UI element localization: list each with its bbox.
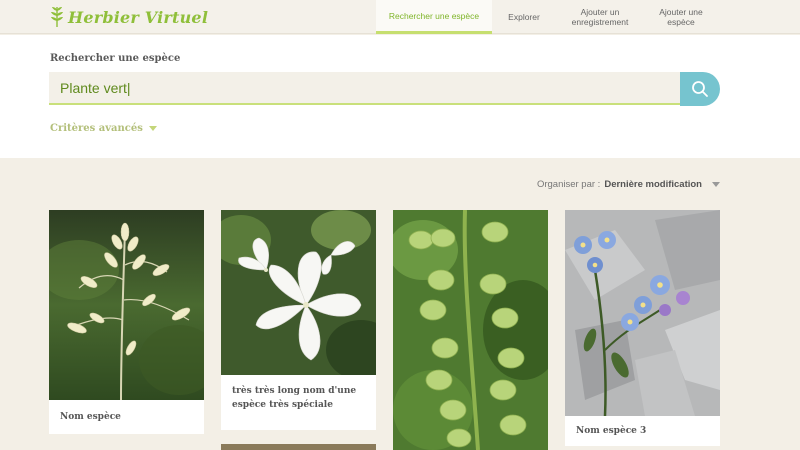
nav-add-species[interactable]: Ajouter une espèce bbox=[644, 0, 718, 34]
sort-label: Organiser par : bbox=[536, 179, 601, 190]
species-name: Nom espèce bbox=[49, 400, 204, 434]
chevron-down-icon bbox=[712, 182, 720, 187]
grass-flower-image bbox=[49, 210, 204, 400]
species-card[interactable]: Nom espèce bbox=[49, 210, 204, 434]
nav-search-species[interactable]: Rechercher une espèce bbox=[376, 0, 492, 34]
blue-forget-me-not-image bbox=[565, 210, 720, 416]
species-card[interactable] bbox=[393, 210, 548, 450]
species-card-partial[interactable] bbox=[221, 444, 376, 450]
logo-text: Herbier Virtuel bbox=[68, 7, 209, 27]
search-panel: Rechercher une espèce Critères avancés bbox=[0, 35, 800, 158]
search-title: Rechercher une espèce bbox=[50, 53, 181, 64]
advanced-criteria-toggle[interactable]: Critères avancés bbox=[50, 123, 157, 134]
species-name: Nom espèce 3 bbox=[565, 416, 720, 446]
search-input[interactable] bbox=[49, 72, 681, 103]
white-mallow-image bbox=[221, 210, 376, 375]
search-button[interactable] bbox=[680, 72, 720, 106]
species-card[interactable]: Nom espèce 3 bbox=[565, 210, 720, 446]
leaf-icon bbox=[51, 7, 63, 27]
sort-value: Dernière modification bbox=[604, 179, 702, 190]
nav-explore[interactable]: Explorer bbox=[492, 0, 556, 34]
species-card[interactable]: très très long nom d'une espèce très spé… bbox=[221, 210, 376, 430]
logo[interactable]: Herbier Virtuel bbox=[50, 6, 208, 28]
advanced-criteria-label: Critères avancés bbox=[50, 123, 143, 134]
main-nav: Rechercher une espèce Explorer Ajouter u… bbox=[376, 0, 718, 34]
species-name: très très long nom d'une espèce très spé… bbox=[221, 381, 376, 430]
search-icon bbox=[692, 81, 708, 97]
chevron-down-icon bbox=[148, 126, 157, 131]
nav-add-record[interactable]: Ajouter un enregistrement bbox=[556, 0, 644, 34]
sort-control[interactable]: Organiser par : Dernière modification bbox=[537, 179, 720, 190]
search-bar bbox=[49, 72, 681, 105]
top-header: Herbier Virtuel Rechercher une espèce Ex… bbox=[0, 0, 800, 34]
green-seedpods-image bbox=[393, 210, 548, 450]
